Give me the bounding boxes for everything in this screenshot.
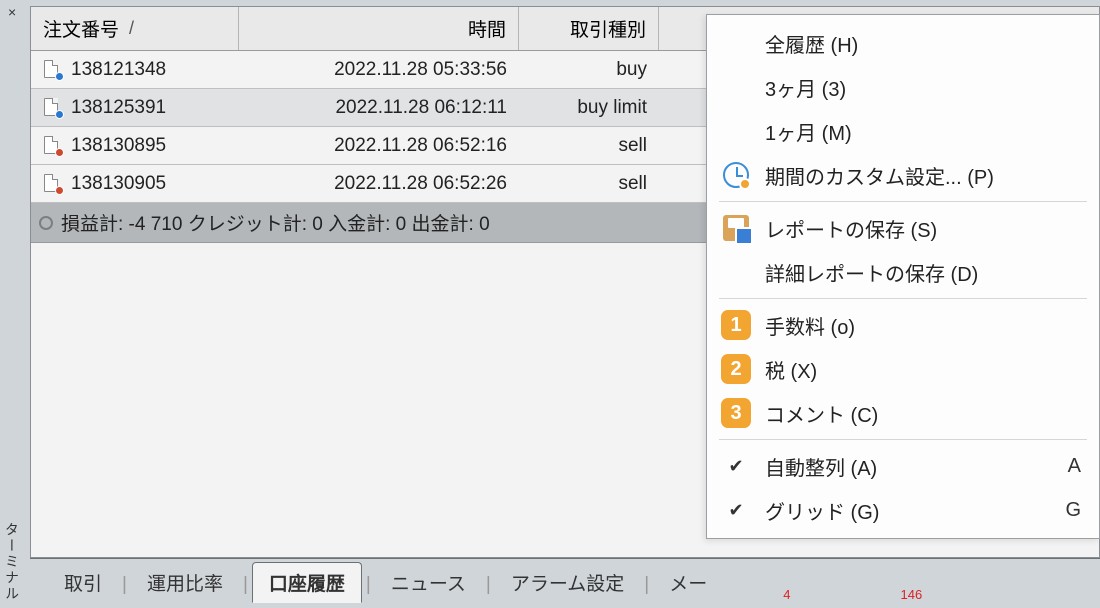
blank-icon — [719, 26, 753, 60]
menu-label: コメント (C) — [765, 399, 1081, 428]
number-1-icon: 1 — [719, 308, 753, 342]
tab-bar: 取引 | 運用比率 | 口座履歴 | ニュース | アラーム設定 | メー 4 … — [30, 558, 1100, 602]
summary-icon — [39, 216, 53, 230]
menu-tax[interactable]: 2 税 (X) — [711, 347, 1095, 391]
close-icon[interactable]: × — [8, 4, 16, 20]
order-time: 2022.11.28 06:52:26 — [239, 173, 519, 195]
menu-auto-arrange[interactable]: ✔ 自動整列 (A) A — [711, 444, 1095, 488]
tab-news[interactable]: ニュース — [375, 563, 482, 602]
col-order-label: 注文番号 — [43, 15, 119, 42]
order-id: 138121348 — [71, 59, 166, 81]
order-type: sell — [519, 135, 659, 157]
menu-label: 期間のカスタム設定... (P) — [765, 161, 1081, 190]
menu-label: レポートの保存 (S) — [765, 214, 1081, 243]
col-time-label: 時間 — [468, 15, 506, 42]
menu-label: 詳細レポートの保存 (D) — [765, 258, 1081, 287]
menu-label: グリッド (G) — [765, 496, 1053, 525]
menu-all-history[interactable]: 全履歴 (H) — [711, 21, 1095, 65]
tab-sep: | — [239, 574, 252, 602]
menu-save-report[interactable]: レポートの保存 (S) — [711, 206, 1095, 250]
tab-sep: | — [640, 574, 653, 602]
number-2-icon: 2 — [719, 352, 753, 386]
order-icon — [43, 174, 63, 194]
menu-1-month[interactable]: 1ヶ月 (M) — [711, 109, 1095, 153]
menu-label: 税 (X) — [765, 355, 1081, 384]
tab-alert[interactable]: アラーム設定 — [495, 563, 640, 602]
order-type: sell — [519, 173, 659, 195]
menu-save-detailed[interactable]: 詳細レポートの保存 (D) — [711, 250, 1095, 294]
menu-comment[interactable]: 3 コメント (C) — [711, 391, 1095, 435]
col-time[interactable]: 時間 — [239, 7, 519, 50]
terminal-vertical-label: ターミナル — [2, 522, 22, 602]
order-type: buy — [519, 59, 659, 81]
menu-separator — [719, 439, 1087, 440]
tab-sep: | — [118, 574, 131, 602]
order-id: 138130895 — [71, 135, 166, 157]
order-icon — [43, 136, 63, 156]
menu-separator — [719, 201, 1087, 202]
menu-fee[interactable]: 1 手数料 (o) — [711, 303, 1095, 347]
tab-mail-label: メー — [669, 574, 707, 595]
blank-icon — [719, 255, 753, 289]
tab-history[interactable]: 口座履歴 — [252, 562, 362, 603]
number-3-icon: 3 — [719, 396, 753, 430]
sort-indicator-icon: / — [129, 18, 134, 39]
check-icon: ✔ — [719, 456, 753, 477]
order-icon — [43, 60, 63, 80]
context-menu: 全履歴 (H) 3ヶ月 (3) 1ヶ月 (M) 期間のカスタム設定... (P)… — [706, 14, 1100, 539]
badge-count: 4 — [783, 587, 790, 602]
blank-icon — [719, 114, 753, 148]
order-icon — [43, 98, 63, 118]
menu-custom-range[interactable]: 期間のカスタム設定... (P) — [711, 153, 1095, 197]
menu-label: 1ヶ月 (M) — [765, 117, 1081, 146]
save-icon — [719, 211, 753, 245]
badge-count: 146 — [900, 587, 922, 602]
menu-accel: G — [1065, 499, 1081, 522]
menu-label: 全履歴 (H) — [765, 29, 1081, 58]
check-icon: ✔ — [719, 500, 753, 521]
tab-exposure[interactable]: 運用比率 — [131, 563, 239, 602]
clock-icon — [719, 158, 753, 192]
menu-grid[interactable]: ✔ グリッド (G) G — [711, 488, 1095, 532]
col-type-label: 取引種別 — [570, 15, 646, 42]
blank-icon — [719, 70, 753, 104]
order-id: 138130905 — [71, 173, 166, 195]
menu-label: 自動整列 (A) — [765, 452, 1056, 481]
tab-sep: | — [362, 574, 375, 602]
order-time: 2022.11.28 05:33:56 — [239, 59, 519, 81]
menu-separator — [719, 298, 1087, 299]
tab-mail[interactable]: メー — [653, 563, 723, 602]
menu-label: 手数料 (o) — [765, 311, 1081, 340]
order-time: 2022.11.28 06:12:11 — [239, 97, 519, 119]
order-time: 2022.11.28 06:52:16 — [239, 135, 519, 157]
col-order[interactable]: 注文番号 / — [31, 7, 239, 50]
summary-text: 損益計: -4 710 クレジット計: 0 入金計: 0 出金計: 0 — [61, 209, 490, 236]
tab-sep: | — [482, 574, 495, 602]
col-type[interactable]: 取引種別 — [519, 7, 659, 50]
menu-3-months[interactable]: 3ヶ月 (3) — [711, 65, 1095, 109]
order-type: buy limit — [519, 97, 659, 119]
menu-label: 3ヶ月 (3) — [765, 73, 1081, 102]
menu-accel: A — [1068, 455, 1081, 478]
tab-trade[interactable]: 取引 — [48, 563, 118, 602]
order-id: 138125391 — [71, 97, 166, 119]
